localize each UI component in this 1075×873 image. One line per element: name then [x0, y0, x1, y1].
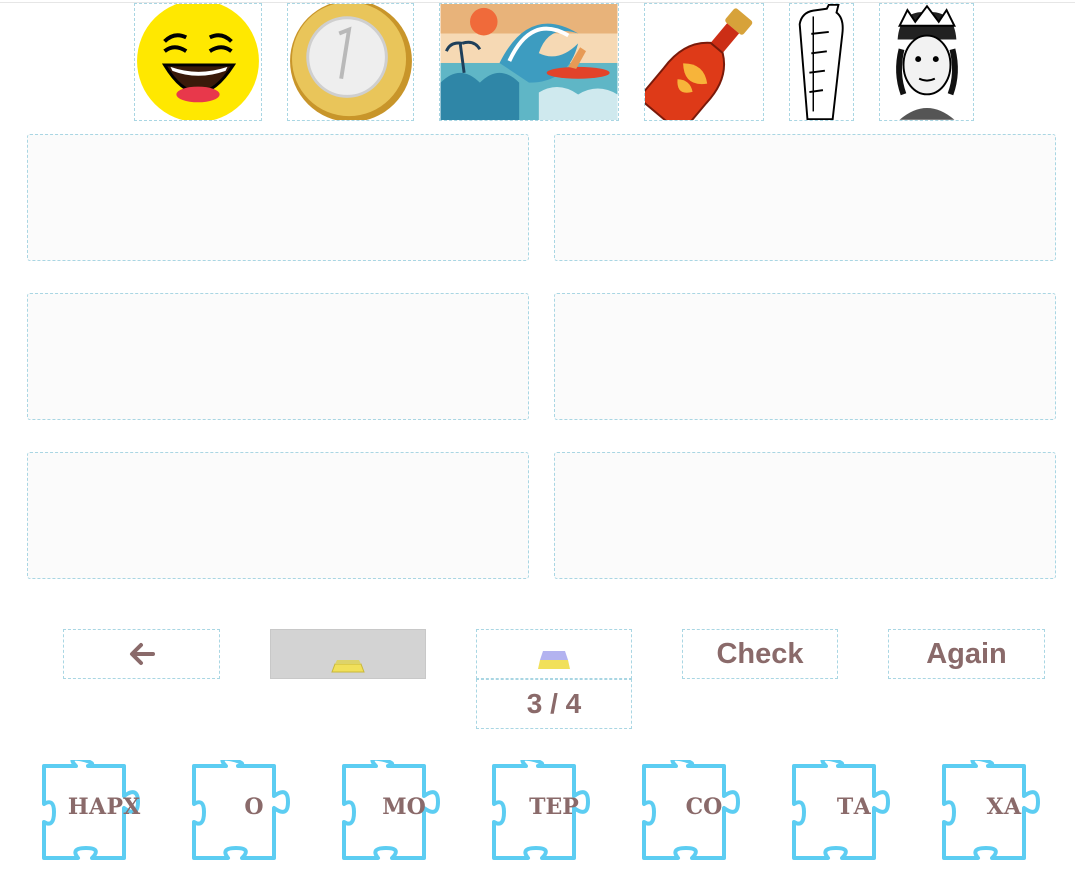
puzzle-piece-label: ХА	[986, 794, 1022, 820]
ingot-icon	[538, 651, 570, 669]
puzzle-piece-label: МО	[382, 794, 426, 820]
arrow-left-icon	[129, 643, 155, 665]
drop-zone-3[interactable]	[27, 293, 529, 420]
previous-page-button[interactable]	[270, 629, 426, 679]
puzzle-piece[interactable]: О	[192, 760, 316, 860]
puzzle-piece-label: ТЕР	[529, 794, 579, 820]
puzzle-piece[interactable]: ТА	[792, 760, 916, 860]
puzzle-piece-label: О	[244, 794, 264, 820]
surf-beach-image[interactable]	[439, 3, 619, 121]
puzzle-piece-label: СО	[685, 794, 723, 820]
puzzle-piece[interactable]: ТЕР	[492, 760, 616, 860]
drop-zone-1[interactable]	[27, 134, 529, 261]
next-page-button[interactable]	[476, 629, 632, 679]
again-label: Again	[926, 637, 1007, 670]
page-counter: 3 / 4	[476, 679, 632, 729]
puzzle-piece-label: ТА	[836, 794, 872, 820]
drop-zone-6[interactable]	[554, 452, 1056, 579]
back-button[interactable]	[63, 629, 220, 679]
puzzle-piece[interactable]: МО	[342, 760, 466, 860]
queen-portrait-image[interactable]	[879, 3, 974, 121]
coin-image[interactable]	[287, 3, 414, 121]
check-button[interactable]: Check	[682, 629, 838, 679]
puzzle-piece[interactable]: НАРХ	[42, 760, 166, 860]
puzzle-piece[interactable]: СО	[642, 760, 766, 860]
again-button[interactable]: Again	[888, 629, 1045, 679]
laughing-face-image[interactable]	[134, 3, 262, 121]
check-label: Check	[716, 637, 804, 670]
puzzle-piece-label: НАРХ	[67, 794, 141, 820]
drop-zone-5[interactable]	[27, 452, 529, 579]
ingot-icon	[331, 660, 365, 673]
drop-zone-4[interactable]	[554, 293, 1056, 420]
hot-sauce-bottle-image[interactable]	[644, 3, 764, 121]
page-counter-text: 3 / 4	[526, 688, 582, 719]
drop-zone-2[interactable]	[554, 134, 1056, 261]
phone-image[interactable]	[789, 3, 854, 121]
puzzle-piece[interactable]: ХА	[942, 760, 1066, 860]
